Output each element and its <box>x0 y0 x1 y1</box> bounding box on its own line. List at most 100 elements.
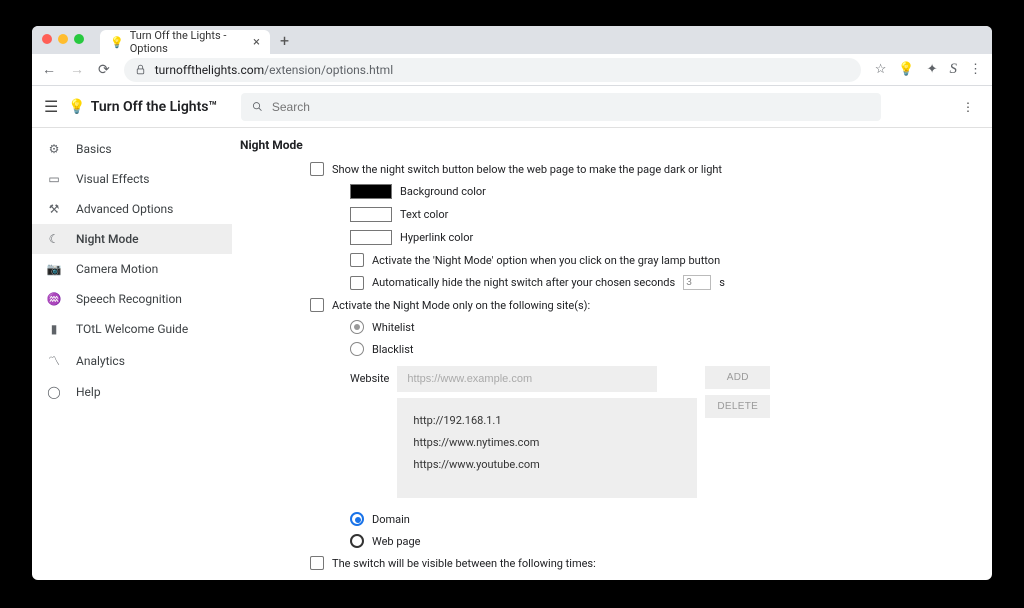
sidebar-item-welcome[interactable]: ▮TOtL Welcome Guide <box>32 314 232 344</box>
sidebar-item-camera[interactable]: 📷Camera Motion <box>32 254 232 284</box>
close-window-button[interactable] <box>42 34 52 44</box>
whitelist-label: Whitelist <box>372 321 415 334</box>
sidebar-item-advanced[interactable]: ⚒Advanced Options <box>32 194 232 224</box>
app-header: ☰ 💡 Turn Off the Lights™ ⋮ <box>32 86 992 128</box>
activate-lamp-checkbox[interactable] <box>350 253 364 267</box>
bookmark-icon: ▮ <box>46 322 62 336</box>
times-label: The switch will be visible between the f… <box>332 557 596 570</box>
back-button[interactable]: ← <box>42 61 56 78</box>
sidebar-item-visual-effects[interactable]: ▭Visual Effects <box>32 164 232 194</box>
whitelist-radio[interactable] <box>350 320 364 334</box>
autohide-checkbox[interactable] <box>350 276 364 290</box>
tab-strip: 💡 Turn Off the Lights - Options × + <box>32 26 992 54</box>
browser-menu-icon[interactable]: ⋮ <box>969 62 982 77</box>
row-bg-color: Background color <box>350 180 972 203</box>
moon-icon: ☾ <box>46 232 62 246</box>
section-title: Night Mode <box>240 138 972 152</box>
close-tab-icon[interactable]: × <box>253 36 260 49</box>
delete-button[interactable]: DELETE <box>705 395 770 418</box>
domain-radio[interactable] <box>350 512 364 526</box>
sidebar-item-help[interactable]: ◯Help <box>32 377 232 407</box>
text-color-label: Text color <box>400 208 448 221</box>
url-path: /extension/options.html <box>264 63 393 77</box>
extension-area: ☆ 💡 ✦ S ⋮ <box>875 61 982 78</box>
extension-letter-icon[interactable]: S <box>950 61 958 78</box>
row-blacklist: Blacklist <box>350 338 972 360</box>
show-switch-checkbox[interactable] <box>310 162 324 176</box>
content-area: ⚙Basics ▭Visual Effects ⚒Advanced Option… <box>32 128 992 580</box>
search-input[interactable] <box>272 100 871 114</box>
add-button[interactable]: ADD <box>705 366 770 389</box>
chart-icon: 〽 <box>46 352 62 369</box>
search-icon <box>251 100 264 113</box>
link-color-label: Hyperlink color <box>400 231 473 244</box>
sidebar: ⚙Basics ▭Visual Effects ⚒Advanced Option… <box>32 128 232 580</box>
hamburger-icon[interactable]: ☰ <box>44 97 58 116</box>
search-wrap[interactable] <box>241 93 881 121</box>
times-checkbox[interactable] <box>310 556 324 570</box>
list-item[interactable]: http://192.168.1.1 <box>413 410 681 432</box>
website-input[interactable] <box>397 366 657 392</box>
blacklist-label: Blacklist <box>372 343 413 356</box>
sliders-icon: ⚒ <box>46 202 62 216</box>
website-label: Website <box>350 366 389 385</box>
minimize-window-button[interactable] <box>58 34 68 44</box>
show-switch-label: Show the night switch button below the w… <box>332 163 722 176</box>
only-sites-checkbox[interactable] <box>310 298 324 312</box>
row-autohide: Automatically hide the night switch afte… <box>350 271 972 294</box>
row-only-sites: Activate the Night Mode only on the foll… <box>310 294 972 316</box>
website-row: Website http://192.168.1.1 https://www.n… <box>350 366 972 498</box>
lock-icon <box>134 63 147 76</box>
website-list[interactable]: http://192.168.1.1 https://www.nytimes.c… <box>397 398 697 498</box>
reload-button[interactable]: ⟳ <box>98 62 110 78</box>
sidebar-item-analytics[interactable]: 〽Analytics <box>32 344 232 377</box>
settings-panel: Night Mode Show the night switch button … <box>232 128 992 580</box>
text-color-swatch[interactable] <box>350 207 392 222</box>
app-lightbulb-icon: 💡 <box>68 99 85 115</box>
maximize-window-button[interactable] <box>74 34 84 44</box>
omnibox[interactable]: turnoffthelights.com/extension/options.h… <box>124 58 861 82</box>
only-sites-label: Activate the Night Mode only on the foll… <box>332 299 590 312</box>
row-times: The switch will be visible between the f… <box>310 552 972 574</box>
row-activate-lamp: Activate the 'Night Mode' option when yo… <box>350 249 972 271</box>
row-domain: Domain <box>350 508 972 530</box>
app-overflow-menu-icon[interactable]: ⋮ <box>962 100 980 114</box>
list-item[interactable]: https://www.nytimes.com <box>413 432 681 454</box>
blacklist-radio[interactable] <box>350 342 364 356</box>
waveform-icon: ♒ <box>46 292 62 306</box>
star-icon[interactable]: ☆ <box>875 62 887 77</box>
domain-label: Domain <box>372 513 410 526</box>
lightbulb-extension-icon[interactable]: 💡 <box>898 62 914 77</box>
row-show-switch: Show the night switch button below the w… <box>310 158 972 180</box>
row-link-color: Hyperlink color <box>350 226 972 249</box>
bg-color-swatch[interactable] <box>350 184 392 199</box>
help-icon: ◯ <box>46 385 62 399</box>
list-item[interactable]: https://www.youtube.com <box>413 454 681 476</box>
gear-icon: ⚙ <box>46 142 62 156</box>
window-controls <box>42 34 84 44</box>
new-tab-button[interactable]: + <box>280 31 289 50</box>
webpage-radio[interactable] <box>350 534 364 548</box>
forward-button[interactable]: → <box>70 61 84 78</box>
url-host: turnoffthelights.com <box>155 63 264 77</box>
autohide-unit: s <box>719 276 725 289</box>
webpage-label: Web page <box>372 535 421 548</box>
row-text-color: Text color <box>350 203 972 226</box>
activate-lamp-label: Activate the 'Night Mode' option when yo… <box>372 254 720 267</box>
sidebar-item-basics[interactable]: ⚙Basics <box>32 134 232 164</box>
screen-icon: ▭ <box>46 172 62 186</box>
browser-window: 💡 Turn Off the Lights - Options × + ← → … <box>32 26 992 580</box>
camera-icon: 📷 <box>46 262 62 276</box>
row-webpage: Web page <box>350 530 972 552</box>
address-bar: ← → ⟳ turnoffthelights.com/extension/opt… <box>32 54 992 86</box>
row-whitelist: Whitelist <box>350 316 972 338</box>
autohide-seconds-input[interactable] <box>683 275 711 290</box>
browser-tab[interactable]: 💡 Turn Off the Lights - Options × <box>100 30 270 54</box>
extensions-icon[interactable]: ✦ <box>927 62 938 77</box>
app-title: 💡 Turn Off the Lights™ <box>68 99 217 115</box>
bg-color-label: Background color <box>400 185 486 198</box>
sidebar-item-night-mode[interactable]: ☾Night Mode <box>32 224 232 254</box>
autohide-label: Automatically hide the night switch afte… <box>372 276 675 289</box>
sidebar-item-speech[interactable]: ♒Speech Recognition <box>32 284 232 314</box>
link-color-swatch[interactable] <box>350 230 392 245</box>
